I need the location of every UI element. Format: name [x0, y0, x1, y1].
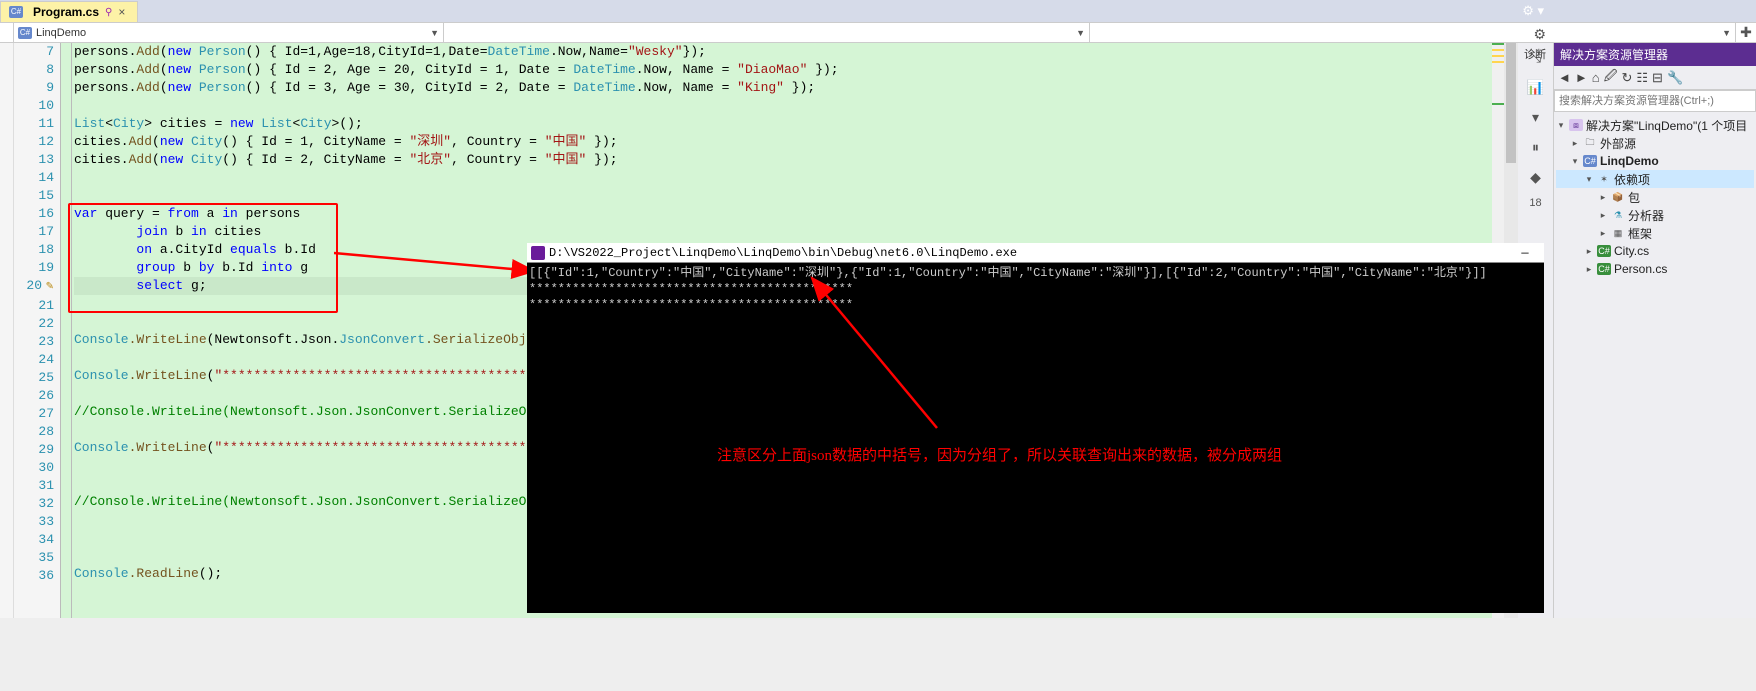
home-icon[interactable]: ⌂	[1592, 70, 1600, 85]
solution-explorer: 解决方案资源管理器 ◄ ► ⌂ 🖉 ↻ ☷ ⊟ 🔧 ▾⧈解决方案"LinqDem…	[1553, 43, 1756, 618]
csharp-namespace-icon: C#	[18, 27, 32, 39]
pause-icon[interactable]: ⏸	[1526, 137, 1546, 157]
console-line: [[{"Id":1,"Country":"中国","CityName":"深圳"…	[529, 265, 1542, 281]
split-view-button[interactable]: ✚	[1736, 23, 1756, 42]
chevron-down-icon: ▼	[1722, 28, 1731, 38]
code-line[interactable]	[74, 187, 1492, 205]
solution-tree[interactable]: ▾⧈解决方案"LinqDemo"(1 个项目 ▸🗀外部源 ▾C#LinqDemo…	[1554, 112, 1756, 282]
code-line[interactable]: cities.Add(new City() { Id = 1, CityName…	[74, 133, 1492, 151]
editor-settings-icon[interactable]: ⚙	[1533, 26, 1546, 43]
folder-icon: 🗀	[1583, 137, 1597, 149]
document-tab-bar: C# Program.cs ⚲ × ⚙ ▾	[0, 0, 1756, 23]
forward-icon[interactable]: ►	[1575, 70, 1588, 85]
chevron-down-icon: ▼	[430, 28, 439, 38]
solution-icon: ⧈	[1569, 119, 1583, 131]
csharp-file-icon: C#	[9, 6, 23, 18]
code-line[interactable]	[74, 169, 1492, 187]
type-dropdown[interactable]: ▼	[444, 23, 1090, 42]
back-icon[interactable]: ◄	[1558, 70, 1571, 85]
solution-node[interactable]: ▾⧈解决方案"LinqDemo"(1 个项目	[1556, 116, 1754, 134]
solution-search[interactable]	[1554, 90, 1756, 112]
csharp-file-icon: C#	[1597, 263, 1611, 275]
tab-settings-icon[interactable]: ⚙ ▾	[1522, 3, 1544, 19]
dependencies-icon: ✶	[1597, 173, 1611, 185]
solution-search-input[interactable]	[1554, 90, 1756, 112]
line-number-gutter: 7891011121314151617181920✎21222324252627…	[14, 43, 60, 618]
solution-explorer-toolbar: ◄ ► ⌂ 🖉 ↻ ☷ ⊟ 🔧	[1554, 66, 1756, 90]
console-title-text: D:\VS2022_Project\LinqDemo\LinqDemo\bin\…	[549, 245, 1017, 261]
dependencies-node[interactable]: ▾✶依赖项	[1556, 170, 1754, 188]
console-line: ****************************************…	[529, 297, 1542, 313]
chevron-down-icon: ▼	[1076, 28, 1085, 38]
namespace-label: LinqDemo	[36, 27, 86, 39]
filter-icon[interactable]: ☷	[1636, 70, 1648, 86]
pin-icon[interactable]: ⚲	[105, 7, 112, 18]
collapse-icon[interactable]: ⊟	[1652, 70, 1663, 86]
code-line[interactable]: persons.Add(new Person() { Id = 2, Age =…	[74, 61, 1492, 79]
namespace-dropdown[interactable]: C# LinqDemo ▼	[14, 23, 444, 42]
console-icon	[531, 246, 545, 260]
file-tab-program[interactable]: C# Program.cs ⚲ ×	[0, 1, 138, 22]
code-line[interactable]: join b in cities	[74, 223, 1492, 241]
project-node[interactable]: ▾C#LinqDemo	[1556, 152, 1754, 170]
member-dropdown[interactable]: ▼	[1090, 23, 1736, 42]
close-tab-icon[interactable]: ×	[118, 5, 125, 19]
file-tab-label: Program.cs	[33, 5, 99, 19]
code-line[interactable]: var query = from a in persons	[74, 205, 1492, 223]
breakpoint-gutter[interactable]	[0, 43, 14, 618]
packages-node[interactable]: ▸📦包	[1556, 188, 1754, 206]
analyzers-node[interactable]: ▸⚗分析器	[1556, 206, 1754, 224]
file-node-city[interactable]: ▸C#City.cs	[1556, 242, 1754, 260]
diagnostics-tab-label[interactable]: 诊断	[1524, 46, 1546, 62]
console-window[interactable]: D:\VS2022_Project\LinqDemo\LinqDemo\bin\…	[527, 243, 1544, 613]
framework-icon: ▦	[1611, 227, 1625, 239]
sync-icon[interactable]: 🖉	[1604, 67, 1618, 89]
frameworks-node[interactable]: ▸▦框架	[1556, 224, 1754, 242]
line-indicator: 18	[1529, 197, 1541, 209]
file-node-person[interactable]: ▸C#Person.cs	[1556, 260, 1754, 278]
chart-icon[interactable]: 📊	[1526, 77, 1546, 97]
code-line[interactable]: List<City> cities = new List<City>();	[74, 115, 1492, 133]
console-line: ****************************************…	[529, 281, 1542, 297]
external-sources-node[interactable]: ▸🗀外部源	[1556, 134, 1754, 152]
code-line[interactable]: cities.Add(new City() { Id = 2, CityName…	[74, 151, 1492, 169]
minimize-button[interactable]: —	[1510, 245, 1540, 261]
csharp-file-icon: C#	[1597, 245, 1611, 257]
properties-icon[interactable]: 🔧	[1667, 70, 1683, 86]
code-line[interactable]	[74, 97, 1492, 115]
console-titlebar[interactable]: D:\VS2022_Project\LinqDemo\LinqDemo\bin\…	[527, 243, 1544, 263]
annotation-text: 注意区分上面json数据的中括号，因为分组了，所以关联查询出来的数据，被分成两组	[717, 448, 1282, 464]
analyzer-icon: ⚗	[1611, 209, 1625, 221]
solution-explorer-title[interactable]: 解决方案资源管理器	[1554, 43, 1756, 66]
package-icon: 📦	[1611, 191, 1625, 203]
refresh-icon[interactable]: ↻	[1621, 70, 1632, 86]
context-navigator: C# LinqDemo ▼ ▼ ▼ ✚	[0, 23, 1756, 43]
console-output[interactable]: [[{"Id":1,"Country":"中国","CityName":"深圳"…	[527, 263, 1544, 315]
code-line[interactable]: persons.Add(new Person() { Id = 3, Age =…	[74, 79, 1492, 97]
outline-gutter[interactable]	[60, 43, 72, 618]
csharp-project-icon: C#	[1583, 155, 1597, 167]
chevron-down-icon[interactable]: ▾	[1526, 107, 1546, 127]
code-line[interactable]: persons.Add(new Person() { Id=1,Age=18,C…	[74, 43, 1492, 61]
record-icon[interactable]: ◆	[1526, 167, 1546, 187]
